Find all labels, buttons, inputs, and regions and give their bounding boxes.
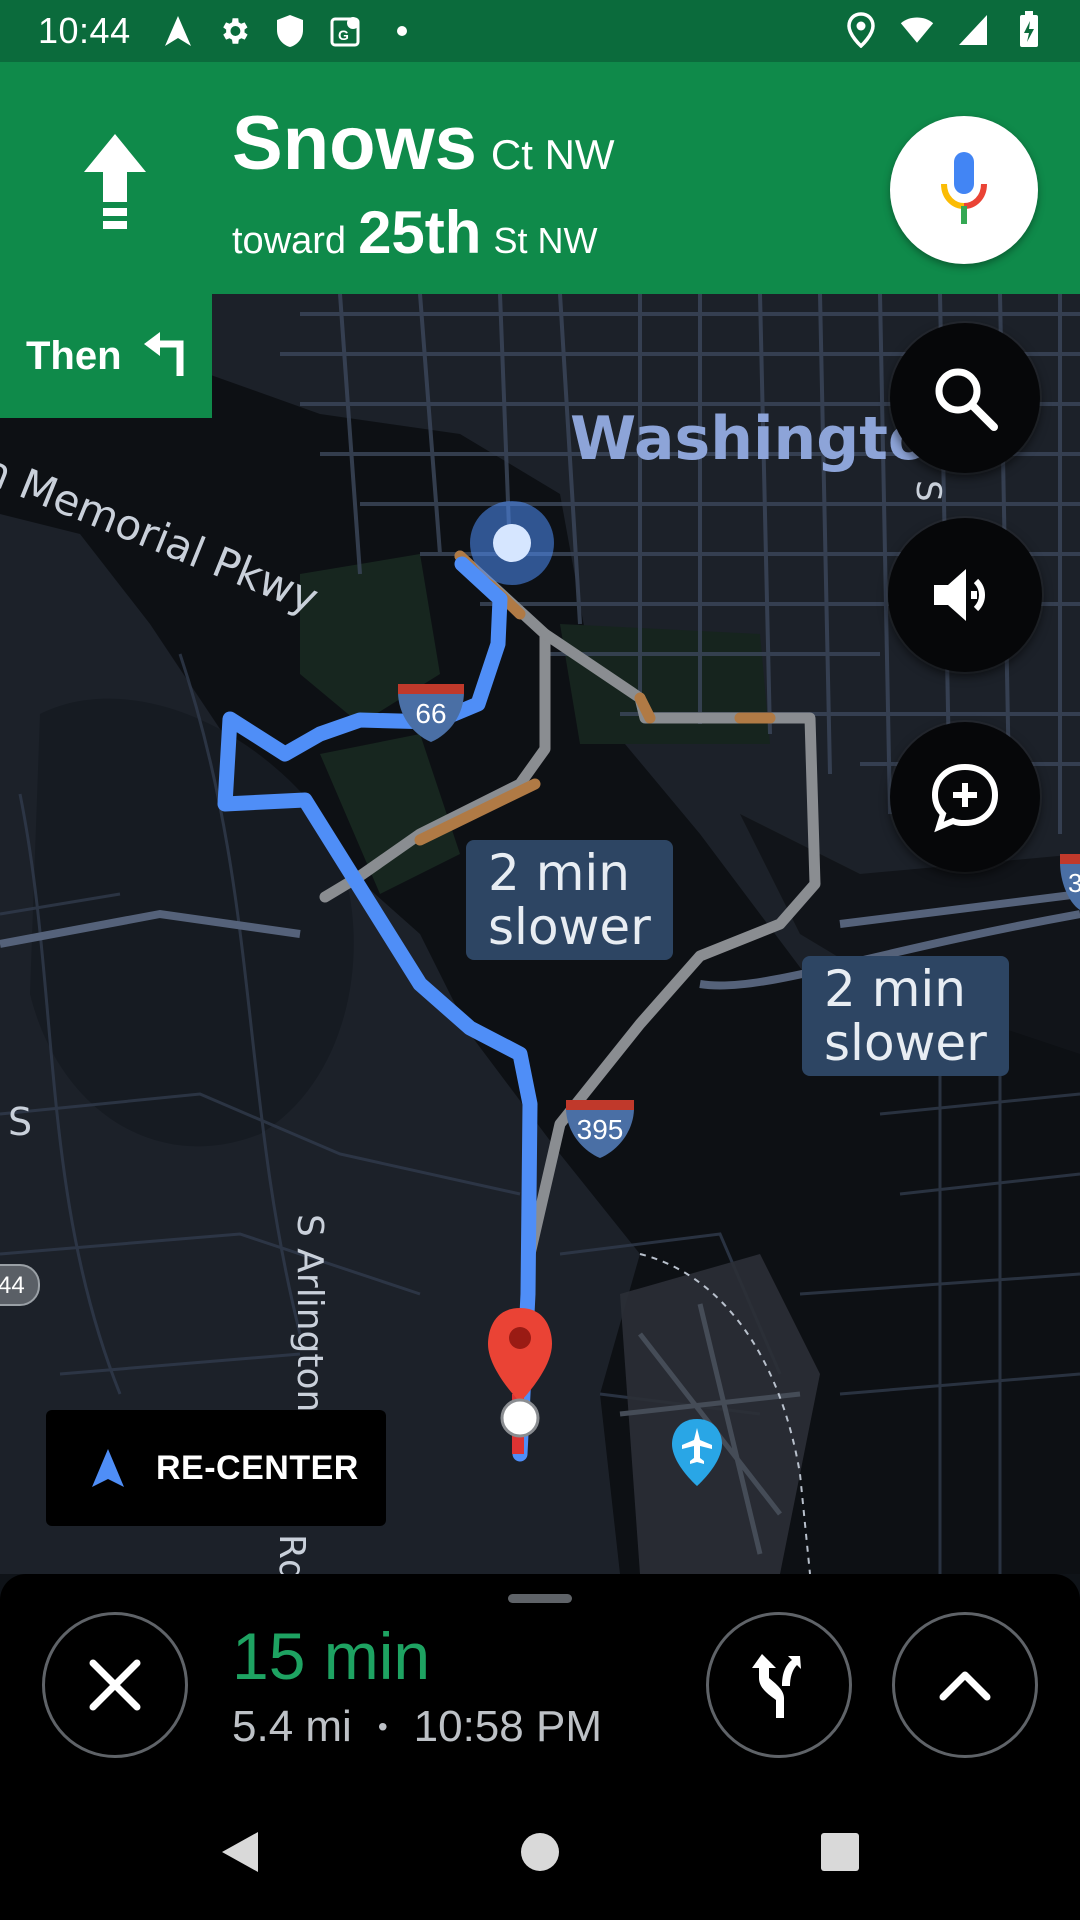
back-button[interactable] — [212, 1824, 268, 1880]
alt-route-label-1-line2: slower — [488, 898, 651, 956]
add-report-icon — [931, 763, 999, 833]
street-suffix: Ct NW — [490, 131, 615, 178]
recenter-label: RE-CENTER — [156, 1448, 359, 1487]
route-44-shield-label: 44 — [0, 1272, 25, 1299]
trip-distance: 5.4 mi — [232, 1702, 352, 1751]
status-bar: 10:44 G — [0, 0, 1080, 62]
map-view[interactable]: Washington n Memorial Pkwy S Arlington R… — [0, 294, 1080, 1574]
expand-panel-button[interactable] — [892, 1612, 1038, 1758]
arrival-time: 10:58 PM — [413, 1702, 602, 1751]
settings-icon — [217, 13, 251, 49]
recenter-button[interactable]: RE-CENTER — [46, 1410, 386, 1526]
chevron-up-icon — [939, 1671, 991, 1701]
alt-route-label-1-line1: 2 min — [488, 844, 630, 902]
recents-icon — [821, 1833, 859, 1871]
home-icon — [521, 1833, 559, 1871]
s-label: S — [8, 1100, 33, 1144]
search-icon — [935, 368, 998, 431]
alt-route-label-2-line1: 2 min — [824, 960, 966, 1018]
toward-street-suffix: St NW — [493, 220, 598, 261]
i66-shield-label: 66 — [415, 698, 447, 729]
status-time: 10:44 — [38, 10, 131, 51]
microphone-icon — [941, 152, 987, 224]
toward-street-name: 25th — [358, 199, 482, 266]
alt-route-label-2-line2: slower — [824, 1014, 987, 1072]
route-3-shield: 3 — [1060, 854, 1080, 912]
wifi-icon — [900, 12, 934, 48]
navigation-arrow-icon — [161, 13, 195, 49]
alternate-routes-button[interactable] — [706, 1612, 852, 1758]
next-maneuver-chip[interactable]: Then — [0, 294, 212, 418]
toward-word: toward — [232, 220, 347, 262]
volume-icon — [934, 569, 985, 621]
i395-shield-label: 395 — [576, 1114, 624, 1145]
search-button[interactable] — [890, 323, 1040, 473]
back-icon — [222, 1832, 258, 1872]
i66-shield: 66 — [394, 684, 468, 744]
dot-icon — [385, 13, 419, 49]
route-44-shield: 44 — [0, 1264, 40, 1306]
voice-search-button[interactable] — [890, 116, 1038, 264]
arlington-label: S Arlington — [289, 1214, 330, 1413]
maps-icon: G — [329, 13, 363, 49]
cell-signal-icon — [956, 12, 990, 48]
toward-street: toward 25th St NW — [232, 198, 597, 267]
rd-label: Rd — [271, 1534, 312, 1574]
status-icons-left: G — [161, 13, 419, 49]
shield-icon — [273, 13, 307, 49]
turn-left-icon — [140, 330, 188, 383]
straight-arrow-icon — [80, 132, 150, 232]
battery-icon — [1012, 11, 1046, 48]
i395-shield: 395 — [562, 1100, 638, 1160]
street-name: Snows — [232, 101, 477, 186]
route-3-shield-label: 3 — [1068, 868, 1080, 898]
alt-route-label-2[interactable]: 2 min slower — [802, 956, 1009, 1076]
current-street: Snows Ct NW — [232, 100, 615, 187]
exit-navigation-button[interactable] — [42, 1612, 188, 1758]
separator-dot: • — [377, 1711, 388, 1742]
eta-details: 5.4 mi • 10:58 PM — [232, 1702, 602, 1752]
sound-button[interactable] — [888, 518, 1042, 672]
alt-route-label-1[interactable]: 2 min slower — [466, 840, 673, 960]
trip-summary-panel: 15 min 5.4 mi • 10:58 PM — [0, 1574, 1080, 1784]
eta-duration: 15 min — [232, 1619, 431, 1693]
report-button[interactable] — [890, 722, 1040, 872]
then-label: Then — [26, 333, 122, 378]
close-icon — [89, 1659, 141, 1711]
status-icons-right — [844, 11, 1046, 48]
svg-text:G: G — [338, 27, 349, 43]
drag-handle[interactable] — [508, 1594, 572, 1603]
overview-button[interactable] — [812, 1824, 868, 1880]
navigation-arrow-icon — [92, 1449, 124, 1487]
location-pin-icon — [844, 12, 878, 48]
system-navigation-bar — [0, 1784, 1080, 1920]
navigation-header: Snows Ct NW toward 25th St NW — [0, 62, 1080, 294]
home-button[interactable] — [512, 1824, 568, 1880]
fork-route-icon — [752, 1654, 801, 1718]
side-s-label: S — [908, 480, 948, 502]
